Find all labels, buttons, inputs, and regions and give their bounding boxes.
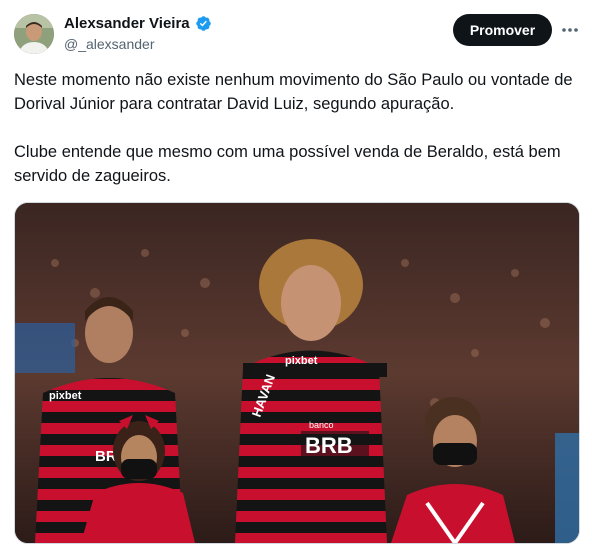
author-display-name[interactable]: Alexsander Vieira — [64, 15, 190, 32]
author-handle[interactable]: @_alexsander — [64, 36, 155, 52]
svg-text:banco: banco — [309, 420, 334, 430]
more-horizontal-icon — [562, 28, 578, 32]
tweet-paragraph: Neste momento não existe nenhum moviment… — [14, 71, 573, 113]
more-options-button[interactable] — [556, 16, 584, 44]
verified-badge-icon — [195, 16, 211, 31]
tweet-photo[interactable]: pixbet BR pixbet banco BRB HAVAN — [14, 202, 580, 544]
svg-text:pixbet: pixbet — [285, 355, 318, 367]
stadium-photo: pixbet BR pixbet banco BRB HAVAN — [15, 203, 579, 543]
tweet-paragraph: Clube entende que mesmo com uma possível… — [14, 143, 561, 185]
svg-text:pixbet: pixbet — [49, 390, 82, 402]
svg-text:BRB: BRB — [305, 433, 353, 458]
avatar-photo — [14, 14, 54, 54]
avatar[interactable] — [14, 14, 54, 54]
tweet-text: Neste momento não existe nenhum moviment… — [14, 68, 579, 212]
promote-button[interactable]: Promover — [453, 14, 552, 46]
